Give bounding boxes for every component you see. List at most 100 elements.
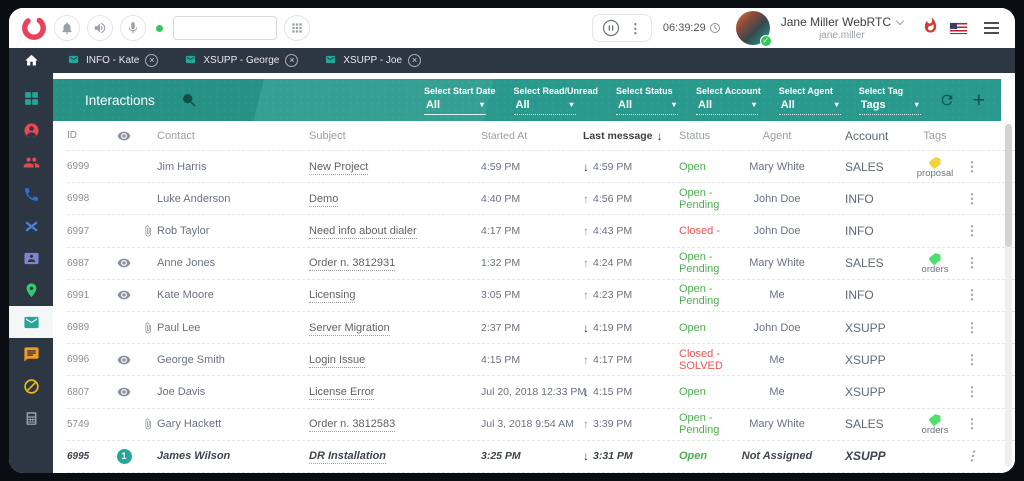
mail-icon xyxy=(67,52,80,70)
dialpad-button[interactable] xyxy=(284,15,310,41)
us-flag-icon[interactable] xyxy=(950,22,967,34)
row-menu-icon[interactable]: ⋮ xyxy=(966,448,979,463)
table-row[interactable]: 6991 Kate Moore Licensing 3:05 PM ↑ 4:23 PM Op… xyxy=(67,280,1015,313)
filter-selected-value: All xyxy=(780,98,795,111)
table-row[interactable]: 6995 1 James Wilson DR Installation 3:25 PM ↓… xyxy=(67,441,1015,473)
tab-close-icon[interactable]: × xyxy=(145,54,159,67)
subject-link[interactable]: Order n. 3812931 xyxy=(309,257,396,272)
subject-link[interactable]: Need info about dialer xyxy=(309,225,417,239)
filter-value-dropdown[interactable]: All ▾ xyxy=(513,98,576,115)
subject-link[interactable]: DR Installation xyxy=(309,450,387,465)
subject-link[interactable]: License Error xyxy=(309,386,375,401)
bell-button[interactable] xyxy=(54,15,80,41)
more-options-icon[interactable]: ⋮ xyxy=(629,22,642,35)
agent-name: Mary White xyxy=(749,257,805,270)
watch-cell xyxy=(107,385,141,399)
speaker-button[interactable] xyxy=(87,15,113,41)
status-text: Open - Pending xyxy=(679,412,720,437)
filter-select-agent[interactable]: Select Agent All ▾ xyxy=(778,86,841,115)
refresh-button[interactable] xyxy=(939,92,955,108)
table-row[interactable]: 6999 Jim Harris New Project 4:59 PM ↓ 4:59 PM… xyxy=(67,151,1015,184)
filter-value-dropdown[interactable]: All ▾ xyxy=(616,99,679,115)
sidebar-item-contacts[interactable] xyxy=(9,146,53,178)
interaction-tab[interactable]: XSUPP - George × xyxy=(184,52,299,70)
sidebar-item-dashboard[interactable] xyxy=(9,82,53,114)
sidebar-item-home[interactable] xyxy=(9,48,53,73)
sidebar-item-interactions-mail[interactable] xyxy=(9,306,53,338)
sidebar-item-blocked[interactable] xyxy=(9,370,53,402)
header-eye-icon xyxy=(107,129,141,143)
sidebar-item-agents[interactable] xyxy=(9,114,53,146)
filter-value-dropdown[interactable]: All ▾ xyxy=(423,99,486,115)
interaction-tab[interactable]: INFO - Kate × xyxy=(67,52,159,70)
sidebar-item-missed-calls[interactable] xyxy=(9,210,53,242)
subject-link[interactable]: Licensing xyxy=(309,289,356,304)
table-row[interactable]: 6807 Joe Davis License Error Jul 20, 2018 1… xyxy=(67,376,1015,409)
table-row[interactable]: 6998 Luke Anderson Demo 4:40 PM ↑ 4:56 PM Open… xyxy=(67,183,1015,216)
subject-link[interactable]: Order n. 3812583 xyxy=(309,418,396,433)
filter-value-dropdown[interactable]: Tags ▾ xyxy=(858,99,921,115)
subject-link[interactable]: Demo xyxy=(309,192,339,207)
contact-name: Anne Jones xyxy=(157,257,216,270)
pause-button[interactable] xyxy=(602,19,620,37)
scrollbar-thumb[interactable] xyxy=(1005,124,1012,248)
header-last-message-sort[interactable]: Last message ↓ xyxy=(575,129,669,143)
sidebar-item-address-book[interactable] xyxy=(9,242,53,274)
filter-select-tag[interactable]: Select Tag Tags ▾ xyxy=(858,86,921,115)
filter-selected-value: All xyxy=(515,98,530,111)
filter-select-read-unread[interactable]: Select Read/Unread All ▾ xyxy=(513,86,598,115)
user-avatar[interactable]: ✓ xyxy=(735,11,772,47)
filter-select-start-date[interactable]: Select Start Date All ▾ xyxy=(423,86,496,115)
tab-close-icon[interactable]: × xyxy=(408,54,422,67)
table-row[interactable]: 6996 George Smith Login Issue 4:15 PM ↑ 4:17 … xyxy=(67,344,1015,377)
row-menu-icon[interactable]: ⋮ xyxy=(966,223,979,238)
mail-icon xyxy=(324,52,337,70)
last-message-cell: ↓ 4:59 PM xyxy=(575,160,669,174)
table-row[interactable]: 5749 Gary Hackett Order n. 3812583 Jul 3, 2… xyxy=(67,409,1015,441)
table-row[interactable]: 6989 Paul Lee Server Migration 2:37 PM ↓ 4:19… xyxy=(67,312,1015,345)
tab-close-icon[interactable]: × xyxy=(285,54,299,67)
subject-link[interactable]: New Project xyxy=(309,160,369,175)
new-interaction-button[interactable]: + xyxy=(973,90,985,111)
row-menu-icon[interactable]: ⋮ xyxy=(966,255,979,270)
user-menu[interactable]: Jane Miller WebRTC jane.miller xyxy=(781,15,905,41)
interaction-id: 6995 xyxy=(67,450,90,462)
filter-select-account[interactable]: Select Account All ▾ xyxy=(696,86,761,115)
subject-link[interactable]: Server Migration xyxy=(309,321,390,336)
filter-value-dropdown[interactable]: All ▾ xyxy=(696,99,759,115)
menu-icon[interactable] xyxy=(984,22,999,34)
flame-icon[interactable] xyxy=(914,17,939,39)
dial-input[interactable] xyxy=(173,16,277,40)
row-menu-icon[interactable]: ⋮ xyxy=(966,191,979,206)
table-row[interactable]: 6987 Anne Jones Order n. 3812931 1:32 PM ↑ 4:… xyxy=(67,248,1015,280)
status-text: Open - Pending xyxy=(679,251,720,276)
session-timer: 06:39:29 xyxy=(663,22,721,34)
table-scrollbar[interactable] xyxy=(1005,124,1012,467)
row-menu-icon[interactable]: ⋮ xyxy=(966,416,979,431)
mic-button[interactable] xyxy=(120,15,146,41)
sidebar xyxy=(9,48,53,473)
row-menu-icon[interactable]: ⋮ xyxy=(966,320,979,335)
table-row[interactable]: 6997 Rob Taylor Need info about dialer 4:17… xyxy=(67,215,1015,248)
sidebar-item-locations[interactable] xyxy=(9,274,53,306)
row-menu-icon[interactable]: ⋮ xyxy=(966,352,979,367)
row-menu-icon[interactable]: ⋮ xyxy=(966,159,979,174)
sidebar-item-calls[interactable] xyxy=(9,178,53,210)
row-menu-icon[interactable]: ⋮ xyxy=(966,287,979,302)
sidebar-item-dialer[interactable] xyxy=(9,402,53,434)
search-button[interactable] xyxy=(181,92,198,109)
chat-icon xyxy=(23,346,40,363)
subject-cell: Order n. 3812931 xyxy=(297,257,467,272)
table-header-row: ID Contact Subject Started At Last messa… xyxy=(67,121,1015,151)
row-menu-icon[interactable]: ⋮ xyxy=(966,384,979,399)
home-icon xyxy=(24,54,38,66)
filter-select-status[interactable]: Select Status All ▾ xyxy=(616,86,679,115)
subject-link[interactable]: Login Issue xyxy=(309,353,366,368)
eye-icon xyxy=(117,385,131,399)
mic-icon xyxy=(128,22,138,34)
filter-value-dropdown[interactable]: All ▾ xyxy=(778,98,841,115)
interaction-tab[interactable]: XSUPP - Joe × xyxy=(324,52,422,70)
header-status: Status xyxy=(679,129,711,142)
last-message-time: 4:17 PM xyxy=(593,353,633,366)
sidebar-item-chats[interactable] xyxy=(9,338,53,370)
